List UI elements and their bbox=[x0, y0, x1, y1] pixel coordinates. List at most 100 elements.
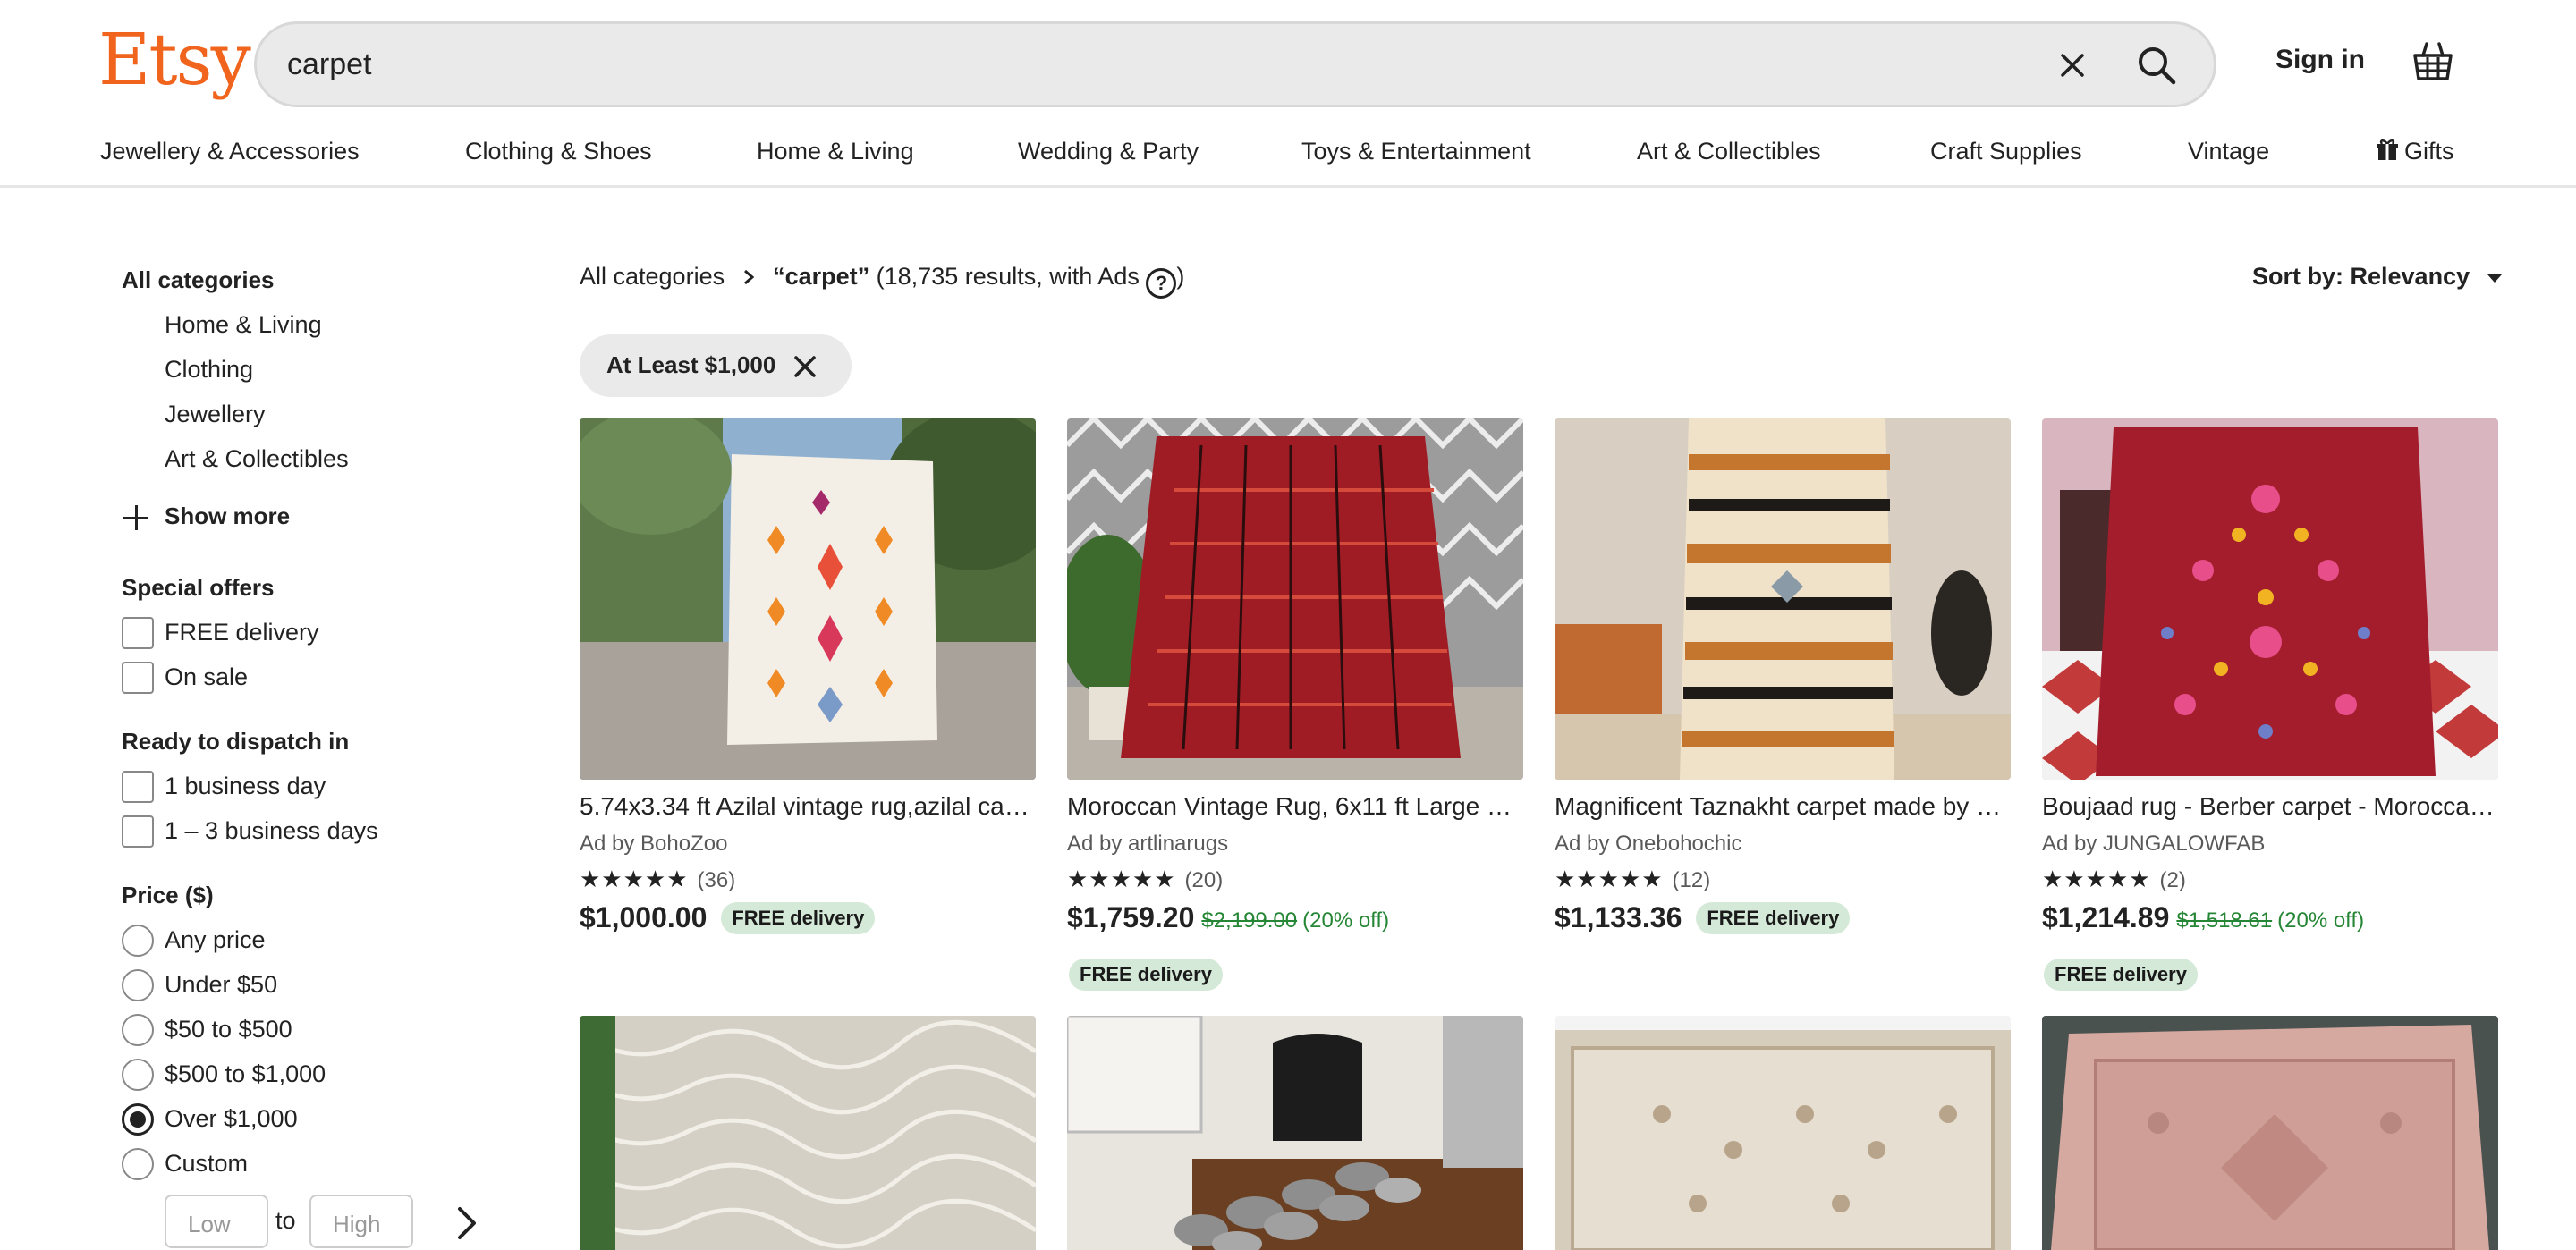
listing-image[interactable] bbox=[2042, 1016, 2498, 1250]
free-delivery-checkbox[interactable] bbox=[122, 617, 154, 649]
etsy-logo[interactable]: Etsy bbox=[98, 18, 251, 101]
price-50-500-radio[interactable] bbox=[122, 1014, 154, 1046]
nav-art[interactable]: Art & Collectibles bbox=[1637, 138, 1821, 165]
price-range-to: to bbox=[275, 1207, 296, 1234]
chevron-right-icon[interactable] bbox=[451, 1205, 483, 1246]
listing-card[interactable]: Magnificent Taznakht carpet made by hand… bbox=[1555, 418, 2011, 973]
chevron-right-icon bbox=[742, 263, 755, 291]
search-icon[interactable] bbox=[2128, 37, 2185, 94]
price-50-500-label[interactable]: $50 to $500 bbox=[165, 1016, 292, 1043]
breadcrumb-all-categories[interactable]: All categories bbox=[580, 263, 724, 290]
basket-icon[interactable] bbox=[2408, 36, 2458, 86]
listing-shop[interactable]: Ad by artlinarugs bbox=[1067, 832, 1228, 857]
on-sale-label[interactable]: On sale bbox=[165, 663, 248, 691]
price-over-1000-radio[interactable] bbox=[122, 1103, 154, 1136]
listing-original-price: $1,518.61 bbox=[2176, 908, 2273, 933]
review-count: (36) bbox=[697, 868, 736, 892]
listing-price-row: $1,214.89 $1,518.61 (20% off) bbox=[2042, 901, 2364, 934]
sign-in-link[interactable]: Sign in bbox=[2275, 45, 2365, 75]
price-custom-label[interactable]: Custom bbox=[165, 1150, 248, 1178]
listing-image[interactable] bbox=[1555, 1016, 2011, 1250]
category-art[interactable]: Art & Collectibles bbox=[165, 445, 349, 473]
chip-label: At Least $1,000 bbox=[606, 351, 776, 378]
results-summary-close: ) bbox=[1176, 263, 1185, 290]
star-rating-icon: ★★★★★ bbox=[1555, 866, 1664, 892]
star-rating-icon: ★★★★★ bbox=[1067, 866, 1176, 892]
listing-rating: ★★★★★ (20) bbox=[1067, 866, 1223, 893]
price-500-1000-label[interactable]: $500 to $1,000 bbox=[165, 1060, 326, 1088]
nav-jewellery[interactable]: Jewellery & Accessories bbox=[100, 138, 360, 165]
price-heading: Price ($) bbox=[122, 882, 214, 908]
price-over-1000-label[interactable]: Over $1,000 bbox=[165, 1105, 298, 1133]
listing-title[interactable]: Moroccan Vintage Rug, 6x11 ft Large Red … bbox=[1067, 792, 1523, 821]
star-rating-icon: ★★★★★ bbox=[580, 866, 689, 892]
free-delivery-badge: FREE delivery bbox=[2044, 959, 2198, 991]
help-icon[interactable]: ? bbox=[1146, 268, 1177, 299]
listing-title[interactable]: Magnificent Taznakht carpet made by hand bbox=[1555, 792, 2011, 821]
price-any-label[interactable]: Any price bbox=[165, 926, 266, 954]
listing-card[interactable]: Boujaad rug - Berber carpet - Moroccan v… bbox=[2042, 418, 2498, 991]
listing-shop[interactable]: Ad by JUNGALOWFAB bbox=[2042, 832, 2265, 857]
listing-title[interactable]: 5.74x3.34 ft Azilal vintage rug,azilal c… bbox=[580, 792, 1036, 821]
free-delivery-row: FREE delivery bbox=[1069, 959, 1223, 991]
search-input[interactable] bbox=[287, 24, 1987, 105]
dispatch-1-day-label[interactable]: 1 business day bbox=[165, 773, 326, 800]
free-delivery-label[interactable]: FREE delivery bbox=[165, 619, 319, 646]
price-low-input[interactable]: Low bbox=[165, 1195, 268, 1248]
listing-card[interactable]: 5.74x3.34 ft Azilal vintage rug,azilal c… bbox=[580, 418, 1036, 973]
listing-title[interactable]: Boujaad rug - Berber carpet - Moroccan v… bbox=[2042, 792, 2498, 821]
listing-image[interactable] bbox=[580, 418, 1036, 780]
price-under-50-label[interactable]: Under $50 bbox=[165, 971, 277, 999]
category-home-living[interactable]: Home & Living bbox=[165, 311, 322, 339]
remove-filter-icon[interactable] bbox=[792, 354, 818, 379]
listing-shop[interactable]: Ad by BohoZoo bbox=[580, 832, 727, 857]
listing-price: $1,759.20 bbox=[1067, 901, 1195, 933]
category-nav: Jewellery & Accessories Clothing & Shoes… bbox=[0, 134, 2576, 184]
listing-discount: (20% off) bbox=[2277, 908, 2365, 933]
nav-clothing[interactable]: Clothing & Shoes bbox=[465, 138, 652, 165]
dispatch-1-3-days-checkbox[interactable] bbox=[122, 815, 154, 848]
custom-price-range: Low to High bbox=[165, 1195, 504, 1250]
price-any-radio[interactable] bbox=[122, 925, 154, 957]
query-label: “carpet” bbox=[773, 263, 870, 290]
listing-price-row: $1,759.20 $2,199.00 (20% off) bbox=[1067, 901, 1389, 934]
nav-vintage[interactable]: Vintage bbox=[2188, 138, 2269, 165]
price-custom-radio[interactable] bbox=[122, 1148, 154, 1180]
nav-gifts[interactable]: Gifts bbox=[2376, 138, 2454, 165]
listing-price: $1,133.36 bbox=[1555, 901, 1682, 933]
dispatch-heading: Ready to dispatch in bbox=[122, 728, 350, 755]
listing-image[interactable] bbox=[2042, 418, 2498, 780]
listing-image[interactable] bbox=[580, 1016, 1036, 1250]
free-delivery-row: FREE delivery bbox=[2044, 959, 2198, 991]
free-delivery-badge: FREE delivery bbox=[721, 902, 876, 934]
price-under-50-radio[interactable] bbox=[122, 969, 154, 1001]
show-more-link[interactable]: Show more bbox=[165, 503, 290, 530]
search-bar[interactable] bbox=[254, 21, 2216, 107]
listing-discount: (20% off) bbox=[1302, 908, 1390, 933]
listing-price: $1,214.89 bbox=[2042, 901, 2170, 933]
review-count: (2) bbox=[2159, 868, 2186, 892]
sort-dropdown[interactable]: Sort by: Relevancy bbox=[2252, 263, 2504, 291]
dispatch-1-3-days-label[interactable]: 1 – 3 business days bbox=[165, 817, 378, 845]
category-jewellery[interactable]: Jewellery bbox=[165, 401, 266, 428]
dispatch-1-day-checkbox[interactable] bbox=[122, 771, 154, 803]
listing-image[interactable] bbox=[1067, 418, 1523, 780]
price-high-input[interactable]: High bbox=[309, 1195, 413, 1248]
listing-shop[interactable]: Ad by Onebohochic bbox=[1555, 832, 1741, 857]
nav-wedding[interactable]: Wedding & Party bbox=[1018, 138, 1199, 165]
category-clothing[interactable]: Clothing bbox=[165, 356, 253, 384]
nav-home-living[interactable]: Home & Living bbox=[757, 138, 914, 165]
nav-toys[interactable]: Toys & Entertainment bbox=[1301, 138, 1531, 165]
nav-gifts-label: Gifts bbox=[2404, 138, 2454, 165]
clear-search-icon[interactable] bbox=[2051, 44, 2094, 87]
plus-icon[interactable] bbox=[122, 503, 150, 532]
listing-card[interactable]: Moroccan Vintage Rug, 6x11 ft Large Red … bbox=[1067, 418, 1523, 991]
on-sale-checkbox[interactable] bbox=[122, 662, 154, 694]
all-categories-heading[interactable]: All categories bbox=[122, 266, 275, 294]
price-500-1000-radio[interactable] bbox=[122, 1059, 154, 1091]
active-filter-chip[interactable]: At Least $1,000 bbox=[580, 334, 852, 397]
listing-image[interactable] bbox=[1555, 418, 2011, 780]
listing-image[interactable] bbox=[1067, 1016, 1523, 1250]
nav-craft[interactable]: Craft Supplies bbox=[1930, 138, 2082, 165]
results-count: (18,735 results, bbox=[876, 263, 1043, 290]
